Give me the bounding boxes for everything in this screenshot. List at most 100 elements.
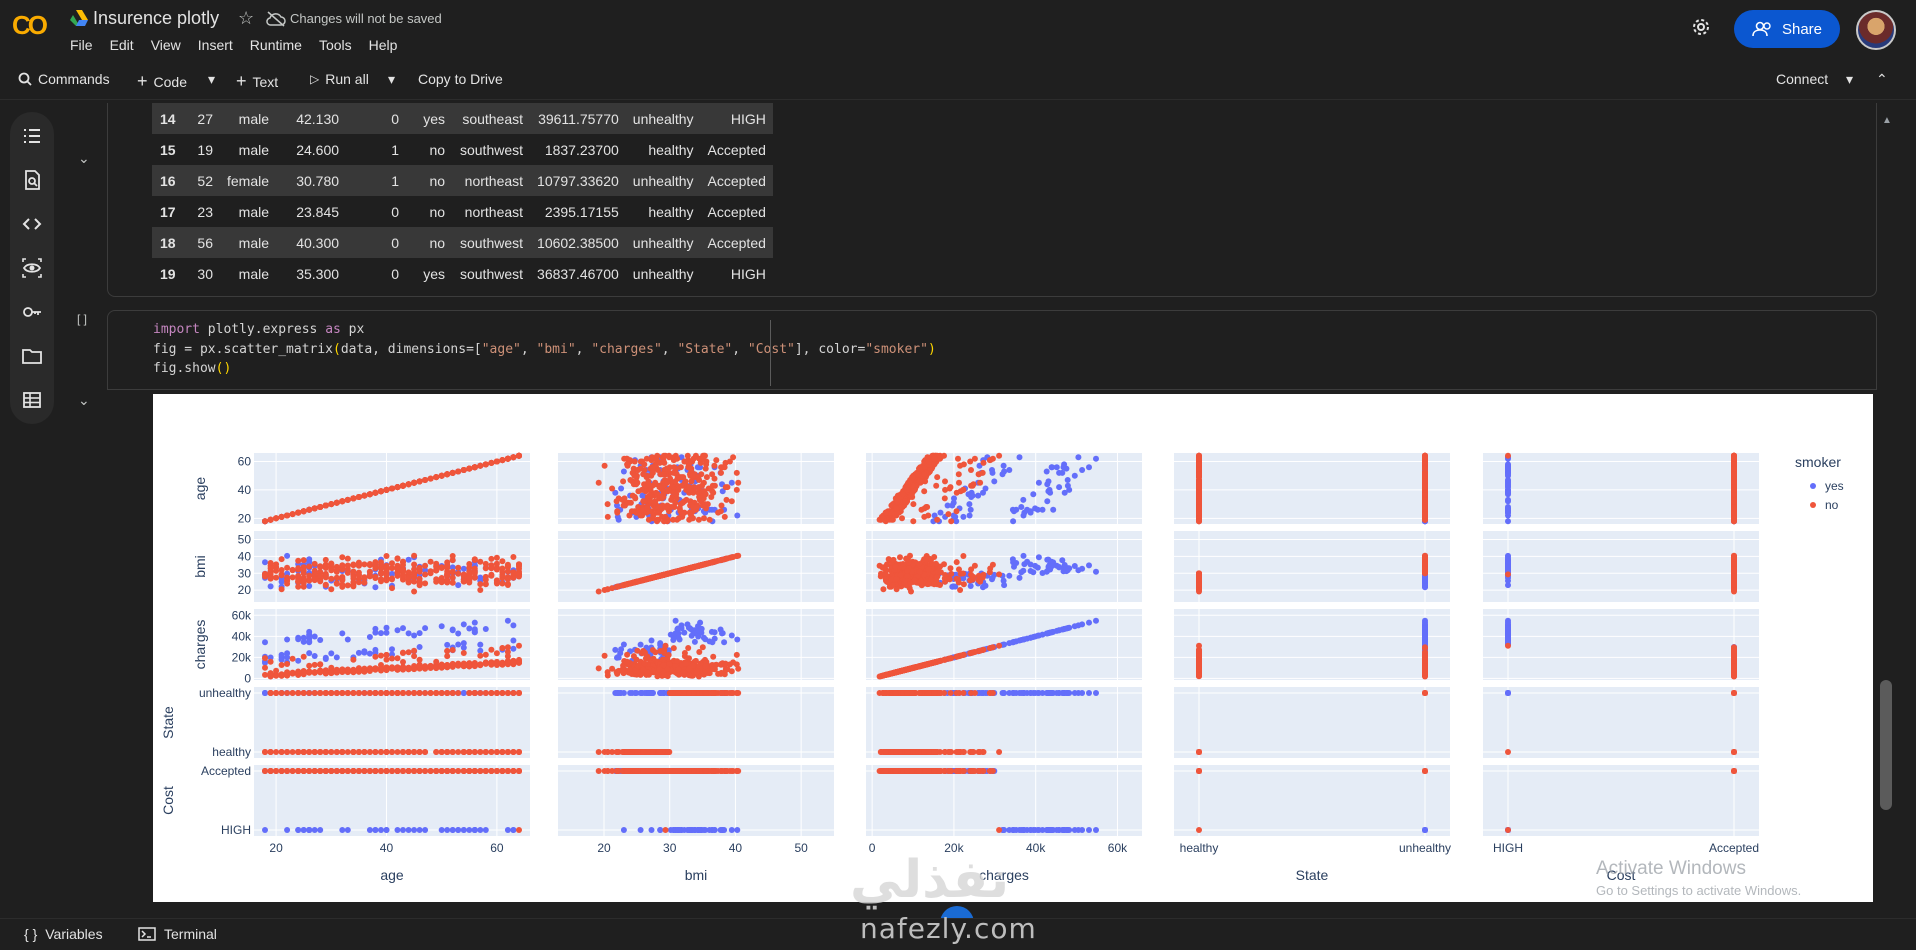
data-point[interactable] [488, 459, 495, 466]
data-point[interactable] [499, 580, 506, 587]
data-point[interactable] [921, 471, 928, 478]
data-point[interactable] [295, 509, 302, 516]
data-point[interactable] [996, 452, 1003, 459]
commands-button[interactable]: Commands [18, 71, 110, 87]
share-button[interactable]: Share [1734, 10, 1840, 48]
data-point[interactable] [477, 587, 484, 593]
data-point[interactable] [665, 570, 672, 577]
data-point[interactable] [416, 663, 423, 670]
data-point[interactable] [455, 570, 462, 577]
data-point[interactable] [699, 482, 705, 489]
data-point[interactable] [908, 491, 915, 498]
data-point[interactable] [355, 562, 362, 569]
star-icon[interactable]: ☆ [238, 8, 254, 29]
data-point[interactable] [427, 558, 434, 565]
data-point[interactable] [670, 637, 677, 643]
data-point[interactable] [1021, 561, 1028, 568]
data-point[interactable] [947, 565, 954, 572]
data-point[interactable] [372, 573, 379, 580]
data-point[interactable] [405, 630, 412, 637]
data-point[interactable] [477, 581, 484, 588]
data-point[interactable] [383, 568, 390, 574]
menu-help[interactable]: Help [369, 37, 398, 53]
data-point[interactable] [1047, 489, 1054, 496]
data-point[interactable] [1196, 471, 1202, 478]
data-point[interactable] [735, 479, 742, 486]
data-point[interactable] [455, 630, 462, 637]
data-point[interactable] [262, 518, 268, 525]
data-point[interactable] [504, 455, 511, 462]
data-point[interactable] [383, 624, 390, 631]
data-point[interactable] [449, 661, 456, 668]
data-point[interactable] [355, 649, 362, 656]
data-point[interactable] [322, 573, 329, 580]
data-point[interactable] [931, 554, 938, 560]
connect-dropdown-chevron-icon[interactable]: ▾ [1846, 71, 1853, 88]
run-all-button[interactable]: ▷ Run all [310, 71, 369, 87]
data-point[interactable] [665, 486, 672, 493]
data-point[interactable] [422, 571, 429, 578]
data-point[interactable] [948, 518, 955, 525]
data-point[interactable] [444, 559, 451, 566]
collapse-output-chevron-icon[interactable]: ⌄ [78, 150, 90, 167]
data-point[interactable] [460, 578, 467, 585]
data-point[interactable] [695, 516, 702, 523]
data-point[interactable] [1731, 486, 1737, 493]
data-point[interactable] [718, 469, 724, 476]
menu-insert[interactable]: Insert [198, 37, 233, 53]
data-point[interactable] [284, 552, 291, 559]
data-point[interactable] [339, 577, 346, 584]
data-point[interactable] [635, 467, 641, 473]
data-point[interactable] [944, 502, 951, 509]
data-point[interactable] [339, 666, 346, 673]
data-point[interactable] [378, 652, 384, 659]
data-point[interactable] [656, 484, 663, 491]
data-point[interactable] [1010, 518, 1017, 525]
data-point[interactable] [615, 654, 622, 661]
data-point[interactable] [1196, 455, 1202, 462]
data-point[interactable] [960, 513, 967, 520]
data-point[interactable] [703, 474, 710, 481]
data-point[interactable] [438, 564, 445, 571]
data-point[interactable] [649, 515, 656, 522]
data-point[interactable] [444, 648, 451, 654]
data-point[interactable] [672, 469, 679, 476]
colab-logo[interactable]: CO [12, 10, 48, 41]
data-point[interactable] [721, 464, 728, 471]
plotly-output[interactable]: 20 40 60 20 30 40 50 0 20k 40k 60k unhealthy healthy… [153, 394, 1873, 902]
data-point[interactable] [691, 638, 698, 645]
data-point[interactable] [980, 459, 987, 466]
data-point[interactable] [433, 576, 440, 583]
data-point[interactable] [383, 652, 390, 658]
data-point[interactable] [723, 496, 730, 503]
data-point[interactable] [686, 516, 693, 523]
data-point[interactable] [350, 579, 357, 586]
data-point[interactable] [427, 475, 434, 482]
data-point[interactable] [648, 637, 655, 644]
data-point[interactable] [405, 649, 412, 656]
data-point[interactable] [493, 560, 500, 567]
data-point[interactable] [659, 494, 666, 500]
data-point[interactable] [910, 518, 917, 525]
data-point[interactable] [499, 645, 506, 652]
data-point[interactable] [999, 471, 1006, 478]
data-point[interactable] [460, 662, 467, 669]
data-point[interactable] [945, 511, 952, 518]
data-point[interactable] [482, 461, 489, 468]
collapse-chevron-up-icon[interactable]: ⌃ [1876, 71, 1888, 88]
data-point[interactable] [620, 478, 627, 485]
data-point[interactable] [295, 557, 302, 564]
data-point[interactable] [317, 504, 324, 510]
data-point[interactable] [689, 472, 696, 479]
data-point[interactable] [624, 581, 631, 588]
data-point[interactable] [306, 577, 313, 583]
data-point[interactable] [516, 642, 522, 649]
data-point[interactable] [666, 464, 673, 471]
data-point[interactable] [675, 568, 682, 574]
data-point[interactable] [361, 649, 368, 656]
data-point[interactable] [267, 565, 274, 572]
data-point[interactable] [416, 644, 423, 650]
data-point[interactable] [322, 502, 329, 509]
data-point[interactable] [311, 560, 318, 567]
code-dropdown-chevron-icon[interactable]: ▾ [208, 71, 215, 88]
